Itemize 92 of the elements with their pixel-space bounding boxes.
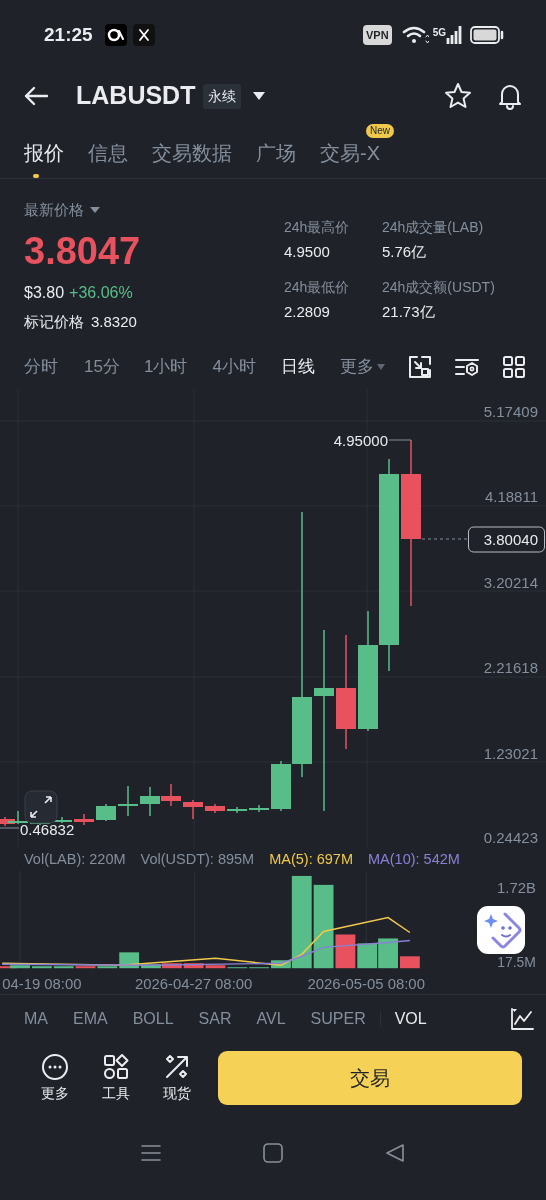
- app-icon: [132, 24, 155, 46]
- candlestick: [8, 810, 28, 825]
- interval-tab[interactable]: 分时: [24, 354, 58, 380]
- volume-axis-label: 17.5M: [497, 954, 536, 971]
- price-axis-label: 0.24423: [483, 829, 538, 846]
- price-axis-label: 2.21618: [483, 659, 538, 676]
- last-price: 3.8047: [24, 231, 142, 270]
- signal-icon: [446, 25, 462, 45]
- candlestick: [205, 803, 225, 814]
- stat-label: 24h成交额(USDT): [382, 277, 496, 297]
- candlestick: [183, 799, 203, 820]
- symbol-title[interactable]: LABUSDT: [76, 77, 196, 115]
- expand-button[interactable]: [24, 790, 58, 824]
- candlestick: [118, 785, 138, 817]
- low-price-label: 0.46832: [20, 821, 75, 838]
- action-button[interactable]: 更多: [38, 1052, 72, 1104]
- volume-bar: [357, 943, 378, 969]
- home-icon[interactable]: [262, 1142, 284, 1164]
- leader-line: [388, 439, 412, 441]
- stat-value: 4.9500: [284, 242, 331, 262]
- battery-icon: [470, 26, 504, 44]
- assistant-button[interactable]: [477, 906, 525, 954]
- action-button[interactable]: 现货: [160, 1052, 194, 1104]
- vpn-badge: VPN: [363, 24, 392, 46]
- price-axis-label: 1.23021: [483, 745, 538, 762]
- price-type-label[interactable]: 最新价格: [24, 199, 84, 222]
- tab[interactable]: 交易数据: [152, 132, 232, 178]
- volume-legend-label: Vol(USDT): 895M: [140, 850, 255, 870]
- contract-type-tag: 永续: [203, 83, 242, 109]
- bell-icon[interactable]: [496, 82, 524, 110]
- mark-price: 3.8320: [91, 311, 137, 332]
- wifi-icon: [400, 24, 429, 46]
- new-badge: New: [366, 124, 394, 138]
- more-icon: [41, 1052, 69, 1081]
- interval-tab[interactable]: 日线: [280, 354, 315, 380]
- stat-label: 24h成交量(LAB): [382, 218, 485, 237]
- app-icon: [104, 24, 127, 46]
- high-price-label: 4.95000: [333, 432, 388, 449]
- stat-value: 21.73亿: [382, 301, 436, 322]
- back-icon[interactable]: [384, 1142, 406, 1164]
- volume-legend-label: MA(10): 542M: [368, 850, 460, 870]
- stat-value: 5.76亿: [382, 242, 428, 262]
- mark-price-label: 标记价格: [24, 311, 84, 332]
- interval-tab[interactable]: 1小时: [143, 354, 188, 380]
- price-axis-label: 4.18811: [484, 488, 538, 505]
- tab[interactable]: 报价: [24, 132, 64, 178]
- date-axis-label: 2026-04-27 08:00: [135, 976, 253, 993]
- interval-tab[interactable]: 更多: [339, 354, 374, 380]
- candlestick: [140, 786, 160, 817]
- menu-icon[interactable]: [140, 1143, 162, 1163]
- candlestick: [96, 803, 116, 822]
- indicator-tab[interactable]: SUPER: [310, 1007, 366, 1031]
- dropdown-caret-icon[interactable]: [251, 90, 268, 102]
- candlestick: [74, 813, 94, 826]
- indicator-tab[interactable]: VOL: [394, 1007, 427, 1031]
- price-axis-label: 3.20214: [483, 574, 538, 591]
- interval-tab[interactable]: 4小时: [212, 354, 256, 380]
- spot-icon: [163, 1052, 191, 1081]
- volume-axis-label: 1.72B: [497, 879, 536, 896]
- interval-tab[interactable]: 15分: [84, 354, 120, 380]
- leader-line: [0, 827, 20, 829]
- tab[interactable]: 广场: [256, 132, 296, 178]
- tools-icon: [102, 1052, 130, 1081]
- trade-button[interactable]: 交易: [218, 1051, 522, 1105]
- leader-line: [421, 538, 469, 540]
- indicator-tab[interactable]: MA: [24, 1007, 48, 1031]
- grid-icon[interactable]: [502, 355, 526, 379]
- chart-tool-icon[interactable]: [408, 355, 432, 379]
- network-label: 5G: [432, 26, 446, 40]
- status-time: 21:25: [44, 22, 93, 47]
- star-icon[interactable]: [444, 82, 472, 110]
- indicator-tab[interactable]: BOLL: [132, 1007, 174, 1031]
- candlestick: [227, 806, 247, 814]
- candlestick: [249, 804, 269, 813]
- stat-label: 24h最高价: [284, 218, 351, 237]
- date-axis-label: 2026-05-05 08:00: [307, 976, 425, 993]
- candlestick: [161, 783, 181, 807]
- usd-price: $3.80: [24, 282, 65, 303]
- action-button[interactable]: 工具: [99, 1052, 133, 1104]
- indicator-tab[interactable]: SAR: [198, 1007, 232, 1031]
- volume-legend-label: Vol(LAB): 220M: [24, 850, 126, 870]
- indicator-tab[interactable]: AVL: [256, 1007, 286, 1031]
- price-axis-label: 5.17409: [483, 403, 538, 420]
- line-chart-icon[interactable]: [510, 1007, 534, 1031]
- indicator-tab[interactable]: EMA: [73, 1007, 108, 1031]
- tab[interactable]: 信息: [88, 132, 128, 178]
- volume-legend-label: MA(5): 697M: [269, 850, 353, 870]
- stat-label: 24h最低价: [284, 277, 351, 297]
- stat-value: 2.2809: [284, 301, 331, 322]
- price-change: +36.06%: [69, 282, 133, 303]
- last-price-label: 3.80040: [483, 531, 538, 548]
- date-axis-label: 04-19 08:00: [2, 976, 82, 993]
